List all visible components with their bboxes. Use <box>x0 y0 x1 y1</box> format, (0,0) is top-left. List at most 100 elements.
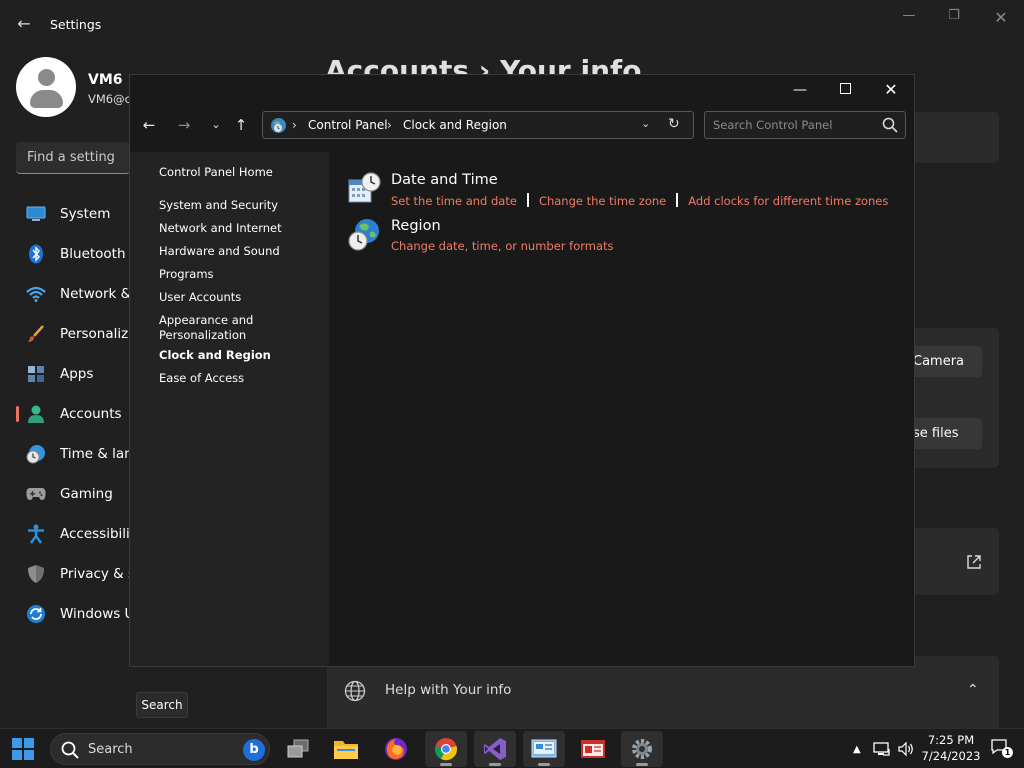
cp-main-pane: Date and Time Set the time and date Chang… <box>329 152 914 666</box>
nav-label: Time & language <box>60 446 130 462</box>
link-change-time-zone[interactable]: Change the time zone <box>539 194 666 208</box>
link-hardware-sound[interactable]: Hardware and Sound <box>159 244 280 259</box>
control-panel-window: — ✕ ← → ⌄ ↑ › Control Panel › Clock and … <box>129 74 915 667</box>
folder-icon <box>334 741 358 759</box>
chevron-down-icon[interactable]: ⌄ <box>641 117 650 130</box>
notification-count: 1 <box>1002 747 1013 758</box>
taskbar-chrome[interactable] <box>425 731 467 767</box>
link-appearance-personalization[interactable]: Appearance and Personalization <box>159 313 279 343</box>
nav-label: Bluetooth & devices <box>60 246 130 262</box>
clock-time: 7:25 PM <box>927 733 975 747</box>
search-control-panel-input[interactable] <box>705 112 875 138</box>
nav-label: Network & internet <box>60 286 130 302</box>
nav-label: System <box>60 206 111 222</box>
clock-globe-icon <box>26 444 46 464</box>
taskbar-settings[interactable] <box>621 731 663 767</box>
link-network-internet[interactable]: Network and Internet <box>159 221 282 236</box>
user-name: VM6 <box>88 72 123 88</box>
notification-center[interactable]: 1 <box>991 739 1013 759</box>
nav-item-system[interactable]: System <box>16 194 130 234</box>
minimize-icon[interactable]: — <box>790 81 810 99</box>
nav-item-accessibility[interactable]: Accessibility <box>16 514 130 554</box>
nav-item-windows-update[interactable]: Windows Update <box>16 594 130 634</box>
visual-studio-icon <box>484 738 506 760</box>
breadcrumb-separator: › <box>292 118 297 132</box>
close-icon[interactable]: ✕ <box>881 81 901 99</box>
nav-item-accounts[interactable]: Accounts <box>16 394 130 434</box>
nav-item-apps[interactable]: Apps <box>16 354 130 394</box>
apps-icon <box>26 364 46 384</box>
recent-locations-icon[interactable]: ⌄ <box>206 116 226 134</box>
windows-start-icon[interactable] <box>12 738 34 760</box>
category-title[interactable]: Region <box>391 218 441 234</box>
avatar-head <box>38 69 55 86</box>
forward-arrow-icon[interactable]: → <box>174 116 194 134</box>
link-control-panel-home[interactable]: Control Panel Home <box>159 165 273 180</box>
back-arrow-icon[interactable]: ← <box>139 116 159 134</box>
minimize-icon[interactable]: — <box>899 8 919 23</box>
link-user-accounts[interactable]: User Accounts <box>159 290 241 305</box>
task-view-icon <box>287 739 309 758</box>
back-arrow-icon[interactable]: ← <box>14 14 34 34</box>
firefox-icon <box>385 738 407 760</box>
search-icon <box>61 741 79 759</box>
link-set-time-date[interactable]: Set the time and date <box>391 194 517 208</box>
nav-item-network[interactable]: Network & internet <box>16 274 130 314</box>
taskbar-presentation-app[interactable] <box>572 731 614 767</box>
bing-icon[interactable]: b <box>243 739 265 761</box>
avatar[interactable] <box>16 57 76 117</box>
maximize-icon[interactable] <box>835 81 855 99</box>
chrome-icon <box>435 738 457 761</box>
gear-icon <box>632 739 652 759</box>
link-divider <box>526 193 529 207</box>
close-icon[interactable]: ✕ <box>991 8 1011 27</box>
find-setting-input[interactable]: Find a setting <box>16 142 130 174</box>
network-icon[interactable] <box>873 729 891 768</box>
taskbar: Search b ▲ 7:25 PM 7/24/2023 1 <box>0 728 1024 768</box>
restore-icon[interactable]: ❐ <box>944 8 964 23</box>
nav-item-gaming[interactable]: Gaming <box>16 474 130 514</box>
brush-icon <box>26 324 46 344</box>
volume-icon[interactable] <box>898 729 914 768</box>
cp-titlebar: — ✕ <box>130 75 914 105</box>
taskbar-task-view[interactable] <box>277 731 319 767</box>
breadcrumb-control-panel[interactable]: Control Panel <box>308 118 388 132</box>
link-add-clocks[interactable]: Add clocks for different time zones <box>688 194 888 208</box>
taskbar-control-panel[interactable] <box>523 731 565 767</box>
settings-title: Settings <box>50 17 102 32</box>
control-panel-icon <box>271 118 286 133</box>
taskbar-clock[interactable]: 7:25 PM 7/24/2023 <box>917 732 985 764</box>
nav-item-bluetooth[interactable]: Bluetooth & devices <box>16 234 130 274</box>
globe-icon <box>344 680 366 702</box>
link-programs[interactable]: Programs <box>159 267 214 282</box>
address-bar[interactable]: › Control Panel › Clock and Region ⌄ ↻ <box>262 111 694 139</box>
taskbar-visual-studio[interactable] <box>474 731 516 767</box>
bluetooth-icon <box>26 244 46 264</box>
chevron-up-icon[interactable]: ⌃ <box>967 682 979 698</box>
external-link-icon <box>967 555 981 569</box>
refresh-icon[interactable]: ↻ <box>668 116 680 132</box>
nav-label: Personalization <box>60 326 130 342</box>
category-links: Change date, time, or number formats <box>391 239 614 253</box>
accessibility-icon <box>26 524 46 544</box>
presentation-icon <box>581 740 605 758</box>
link-system-security[interactable]: System and Security <box>159 198 278 213</box>
taskbar-file-explorer[interactable] <box>325 731 367 767</box>
nav-item-personalization[interactable]: Personalization <box>16 314 130 354</box>
up-arrow-icon[interactable]: ↑ <box>231 116 251 134</box>
globe-clock-icon <box>348 219 379 251</box>
cp-search-box <box>704 111 906 139</box>
link-change-formats[interactable]: Change date, time, or number formats <box>391 239 614 253</box>
show-hidden-icons-icon[interactable]: ▲ <box>853 729 861 768</box>
breadcrumb-clock-region[interactable]: Clock and Region <box>403 118 507 132</box>
link-ease-of-access[interactable]: Ease of Access <box>159 371 244 386</box>
taskbar-search-box[interactable]: Search b <box>50 733 270 765</box>
nav-item-time-language[interactable]: Time & language <box>16 434 130 474</box>
settings-nav: System Bluetooth & devices Network & int… <box>16 194 130 634</box>
avatar-body <box>30 90 63 108</box>
search-tooltip: Search <box>136 692 188 718</box>
taskbar-firefox[interactable] <box>375 731 417 767</box>
category-title[interactable]: Date and Time <box>391 172 498 188</box>
nav-item-privacy[interactable]: Privacy & security <box>16 554 130 594</box>
search-icon[interactable] <box>882 117 898 133</box>
